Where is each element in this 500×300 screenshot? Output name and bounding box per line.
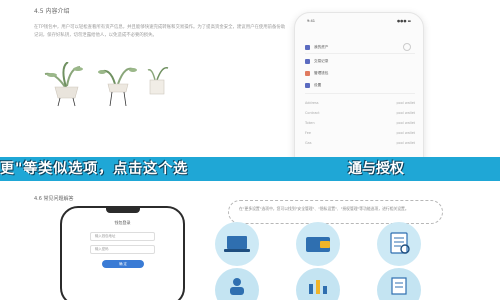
- divider: [305, 53, 415, 54]
- menu-item-records[interactable]: 交易记录: [305, 57, 415, 65]
- chart-icon: [309, 280, 327, 294]
- menu-item-label: 交易记录: [314, 58, 329, 63]
- person-icon: [230, 278, 244, 295]
- list-item[interactable]: Token pool wallet: [305, 121, 415, 125]
- speech-bubble: 在"更多设置"选项中，您可以找到"安全管理"、"隐私设置"、"授权管理"等功能选…: [228, 200, 443, 224]
- checklist-icon: [390, 232, 410, 254]
- circle-badge: [377, 222, 421, 266]
- list-icon: [305, 58, 310, 64]
- circle-badge: [215, 222, 259, 266]
- list-item-name: Fee: [305, 131, 311, 135]
- phone-mockup-login: 钱包登录 输入钱包地址 输入密码 确 定: [60, 206, 185, 300]
- login-title: 钱包登录: [114, 220, 131, 225]
- list-item-name: Address: [305, 101, 319, 105]
- banner-text: 更"等类似选项，点击这个选: [0, 161, 189, 177]
- status-time: 9:41: [307, 19, 316, 23]
- laptop-icon: [224, 236, 250, 252]
- list-item[interactable]: Contract pool wallet: [305, 111, 415, 115]
- list-item-value: pool wallet: [396, 121, 415, 125]
- wallet-icon: [305, 44, 310, 50]
- list-item-value: pool wallet: [396, 131, 415, 135]
- circle-badge: [377, 268, 421, 300]
- list-item-value: pool wallet: [396, 141, 415, 145]
- confirm-button[interactable]: 确 定: [102, 260, 144, 268]
- gear-icon: [305, 82, 310, 88]
- section-heading-faq: 4.6 常见问题解答: [34, 196, 74, 202]
- password-field[interactable]: 输入密码: [90, 245, 155, 254]
- document-icon: [391, 277, 407, 295]
- status-signal-icon: ●●● ▬: [397, 19, 411, 23]
- address-field[interactable]: 输入钱包地址: [90, 232, 155, 241]
- menu-item-assets[interactable]: 我的资产: [305, 43, 415, 51]
- circle-badge: [296, 222, 340, 266]
- list-item[interactable]: Fee pool wallet: [305, 131, 415, 135]
- menu-item-settings[interactable]: 设置: [305, 81, 415, 89]
- list-item-name: Gas: [305, 141, 312, 145]
- circle-badge: [215, 268, 259, 300]
- phone-notch: [106, 208, 140, 213]
- circle-badge: [296, 268, 340, 300]
- list-item-name: Contract: [305, 111, 320, 115]
- list-item-value: pool wallet: [396, 111, 415, 115]
- menu-item-label: 管理钱包: [314, 70, 329, 75]
- list-item-value: pool wallet: [396, 101, 415, 105]
- radio-icon[interactable]: [403, 43, 411, 51]
- list-item[interactable]: Address pool wallet: [305, 101, 415, 105]
- phone-mockup-wallet: 9:41 ●●● ▬ 我的资产 交易记录 管理钱包 设置 Address poo…: [294, 12, 424, 172]
- menu-item-manage[interactable]: 管理钱包: [305, 69, 415, 77]
- list-item[interactable]: Gas pool wallet: [305, 141, 415, 145]
- menu-item-label: 设置: [314, 82, 322, 87]
- intro-paragraph: 在TP钱包中，用户可以轻松查看所有资产信息，并且能够快速完成转账和交易操作。为了…: [34, 25, 286, 38]
- manage-icon: [305, 70, 310, 76]
- divider: [305, 93, 415, 94]
- potted-plants-illustration: [44, 62, 169, 107]
- list-item-name: Token: [305, 121, 315, 125]
- section-heading-top: 4.5 内容介绍: [34, 8, 70, 15]
- banner-text-right: 通与授权: [348, 161, 404, 177]
- wallet-icon: [306, 237, 330, 252]
- menu-item-label: 我的资产: [314, 44, 329, 49]
